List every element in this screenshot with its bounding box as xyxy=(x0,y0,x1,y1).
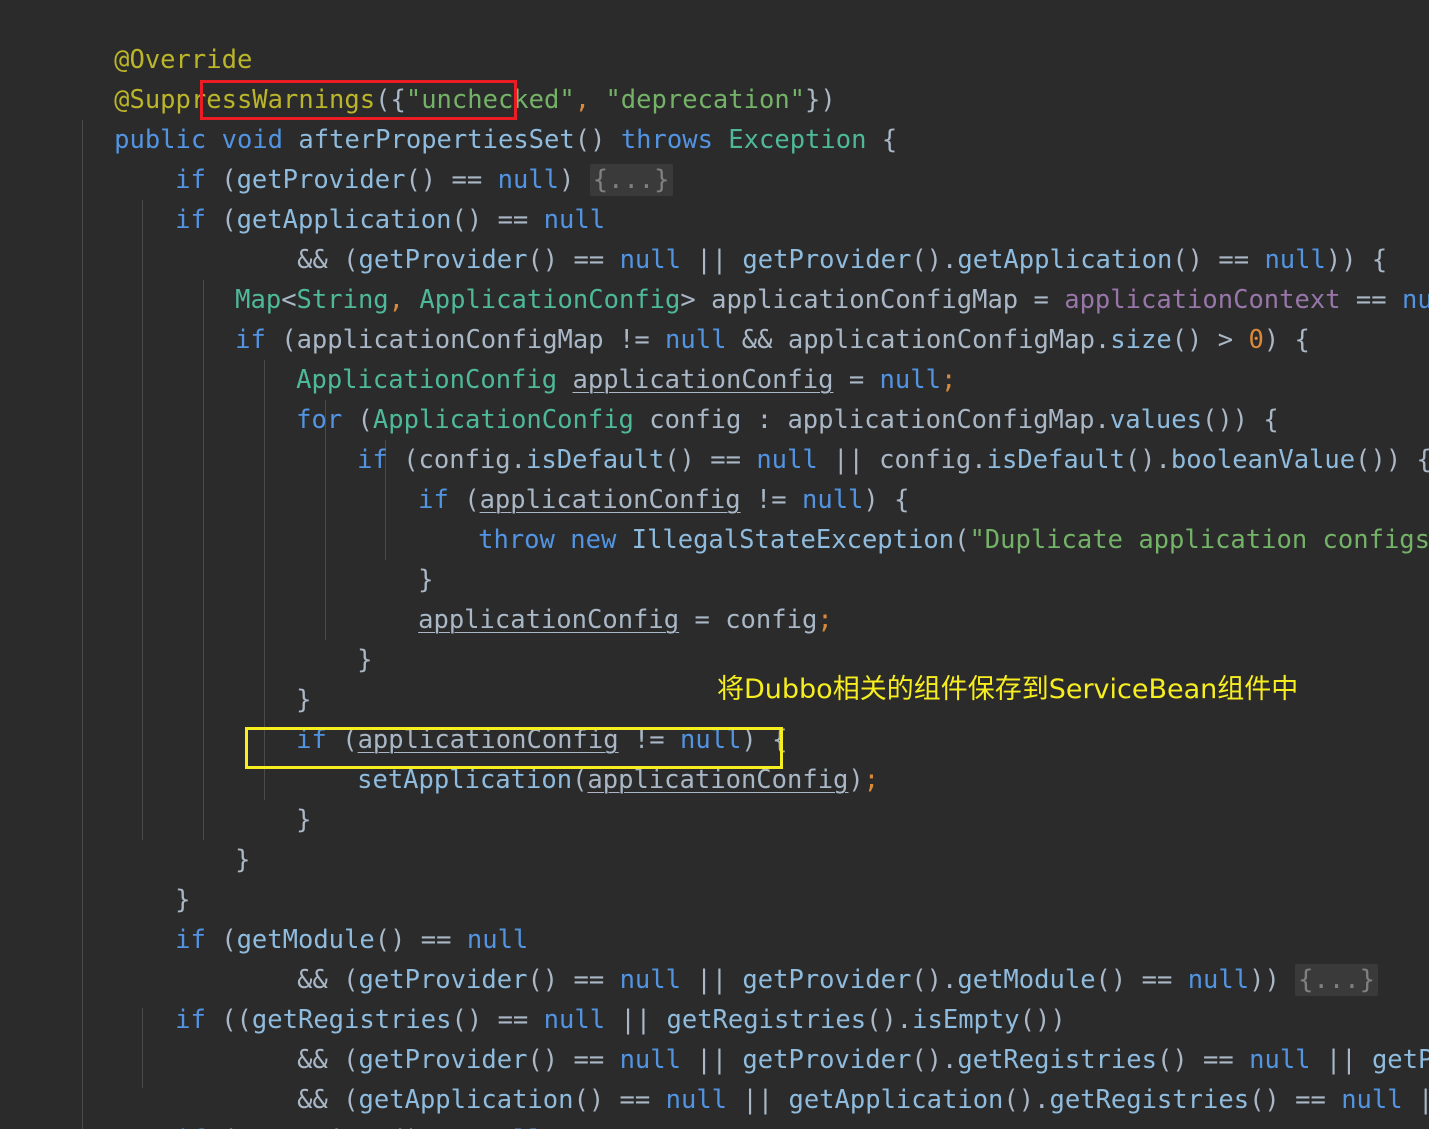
code-line[interactable]: && (getProvider() == null || getProvider… xyxy=(0,920,1429,996)
code-line[interactable]: for (ApplicationConfig config : applicat… xyxy=(0,360,1429,435)
code-line[interactable]: if (applicationConfigMap != null && appl… xyxy=(0,280,1429,355)
code-line-setapplication[interactable]: setApplication(applicationConfig); xyxy=(0,720,1429,795)
code-lines-container[interactable]: @Override @SuppressWarnings({"unchecked"… xyxy=(0,0,1429,1129)
code-line[interactable]: && (getApplication() == null || getAppli… xyxy=(0,1040,1429,1115)
code-line[interactable]: @Override xyxy=(0,0,1429,75)
code-line[interactable]: } xyxy=(0,800,1429,875)
code-line[interactable]: && (getProvider() == null || getProvider… xyxy=(0,200,1429,275)
code-line[interactable]: Map<String, ApplicationConfig> applicati… xyxy=(0,240,1429,315)
code-editor-viewport[interactable]: @Override @SuppressWarnings({"unchecked"… xyxy=(0,0,1429,1129)
code-line[interactable]: if (config.isDefault() == null || config… xyxy=(0,400,1429,475)
method-getmonitor[interactable]: getMonitor xyxy=(237,1125,391,1129)
code-line[interactable]: } xyxy=(0,760,1429,835)
code-line[interactable]: if (getModule() == null xyxy=(0,880,1429,955)
code-line[interactable]: @SuppressWarnings({"unchecked", "depreca… xyxy=(0,40,1429,115)
code-line[interactable]: } xyxy=(0,520,1429,595)
punct: () xyxy=(390,1125,421,1129)
code-line[interactable]: ApplicationConfig applicationConfig = nu… xyxy=(0,320,1429,395)
code-line[interactable]: throw new IllegalStateException("Duplica… xyxy=(0,480,1429,555)
literal-null: null xyxy=(482,1125,543,1129)
code-line[interactable]: applicationConfig = config; xyxy=(0,560,1429,635)
punct: ( xyxy=(206,1125,236,1129)
annotation-note-text: 将Dubbo相关的组件保存到ServiceBean组件中 xyxy=(717,674,1299,705)
code-line[interactable]: if (getMonitor() == null xyxy=(0,1080,1429,1129)
code-line[interactable]: if (getProvider() == null) {...} xyxy=(0,120,1429,196)
operator-eq: == xyxy=(421,1125,482,1129)
code-line-method-signature[interactable]: public void afterPropertiesSet() throws … xyxy=(0,80,1429,155)
code-line[interactable]: if (applicationConfig != null) { xyxy=(0,440,1429,515)
code-line[interactable]: } xyxy=(0,840,1429,915)
code-line[interactable]: if ((getRegistries() == null || getRegis… xyxy=(0,960,1429,1035)
code-line[interactable]: && (getProvider() == null || getProvider… xyxy=(0,1000,1429,1075)
code-line[interactable]: } xyxy=(0,600,1429,675)
keyword-if: if xyxy=(175,1125,206,1129)
code-line[interactable]: if (getApplication() == null xyxy=(0,160,1429,235)
